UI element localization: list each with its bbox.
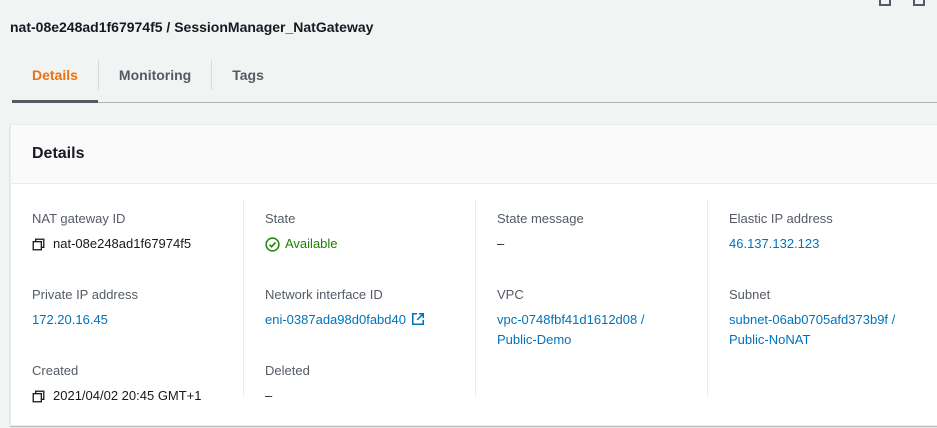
field-vpc: VPC vpc-0748fbf41d1612d08 / Public-Demo — [497, 287, 707, 352]
page-title: nat-08e248ad1f67974f5 / SessionManager_N… — [10, 19, 374, 35]
field-subnet: Subnet subnet-06ab0705afd373b9f / Public… — [729, 287, 937, 352]
status-success-icon — [265, 236, 280, 252]
details-column: NAT gateway ID nat-08e248ad1f67974f5 Pri… — [11, 200, 243, 403]
subnet-link-line2[interactable]: Public-NoNAT — [729, 332, 810, 348]
state-value: Available — [285, 236, 338, 251]
field-label: State message — [497, 211, 584, 226]
details-column: State message – VPC vpc-0748fbf41d1612d0… — [475, 200, 707, 396]
field-label: Elastic IP address — [729, 211, 833, 226]
field-network-interface: Network interface ID eni-0387ada98d0fabd… — [265, 287, 475, 352]
field-created: Created 2021/04/02 20:45 GMT+1 — [32, 363, 243, 428]
network-interface-link[interactable]: eni-0387ada98d0fabd40 — [265, 312, 406, 328]
field-value: 172.20.16.45 — [32, 312, 243, 328]
vpc-link-line1[interactable]: vpc-0748fbf41d1612d08 / — [497, 312, 644, 328]
created-value: 2021/04/02 20:45 GMT+1 — [53, 388, 202, 403]
vpc-link-line2[interactable]: Public-Demo — [497, 332, 571, 348]
field-value: nat-08e248ad1f67974f5 — [32, 236, 243, 252]
field-value: 46.137.132.123 — [729, 236, 937, 252]
field-label: Deleted — [265, 363, 310, 378]
details-panel: Details NAT gateway ID nat-08e248ad1f679… — [10, 124, 937, 426]
external-link-icon[interactable] — [411, 312, 425, 326]
deleted-value: – — [265, 388, 273, 403]
tab-monitoring[interactable]: Monitoring — [99, 48, 211, 102]
elastic-ip-link[interactable]: 46.137.132.123 — [729, 236, 819, 252]
panel-title: Details — [11, 125, 937, 184]
field-value: 2021/04/02 20:45 GMT+1 — [32, 388, 243, 404]
details-column: State Available Network interface ID eni… — [243, 200, 475, 403]
field-elastic-ip: Elastic IP address 46.137.132.123 — [729, 211, 937, 276]
top-toolbar-icons — [879, 0, 925, 6]
details-grid: NAT gateway ID nat-08e248ad1f67974f5 Pri… — [11, 184, 937, 403]
field-label: Created — [32, 363, 79, 378]
field-label: Network interface ID — [265, 287, 383, 302]
nat-gateway-id-value: nat-08e248ad1f67974f5 — [53, 236, 192, 251]
state-status: Available — [265, 236, 475, 252]
field-label: VPC — [497, 287, 524, 302]
copy-icon[interactable] — [32, 390, 45, 403]
field-label: Private IP address — [32, 287, 138, 302]
field-value: eni-0387ada98d0fabd40 — [265, 312, 475, 328]
tab-tags[interactable]: Tags — [212, 48, 284, 102]
window-icon[interactable] — [879, 0, 891, 6]
tab-details[interactable]: Details — [12, 48, 98, 103]
field-state-message: State message – — [497, 211, 707, 276]
field-state: State Available — [265, 211, 475, 276]
details-column: Elastic IP address 46.137.132.123 Subnet… — [707, 200, 937, 396]
field-private-ip: Private IP address 172.20.16.45 — [32, 287, 243, 352]
copy-icon[interactable] — [32, 238, 45, 251]
field-deleted: Deleted – — [265, 363, 475, 428]
private-ip-link[interactable]: 172.20.16.45 — [32, 312, 108, 328]
state-message-value: – — [497, 236, 505, 251]
subnet-link-line1[interactable]: subnet-06ab0705afd373b9f / — [729, 312, 895, 328]
field-label: Subnet — [729, 287, 771, 302]
field-label: State — [265, 211, 296, 226]
tab-bar: Details Monitoring Tags — [12, 48, 937, 103]
field-label: NAT gateway ID — [32, 211, 126, 226]
vpc-link[interactable]: vpc-0748fbf41d1612d08 / Public-Demo — [497, 312, 707, 348]
subnet-link[interactable]: subnet-06ab0705afd373b9f / Public-NoNAT — [729, 312, 937, 348]
field-nat-gateway-id: NAT gateway ID nat-08e248ad1f67974f5 — [32, 211, 243, 276]
window-icon[interactable] — [913, 0, 925, 6]
